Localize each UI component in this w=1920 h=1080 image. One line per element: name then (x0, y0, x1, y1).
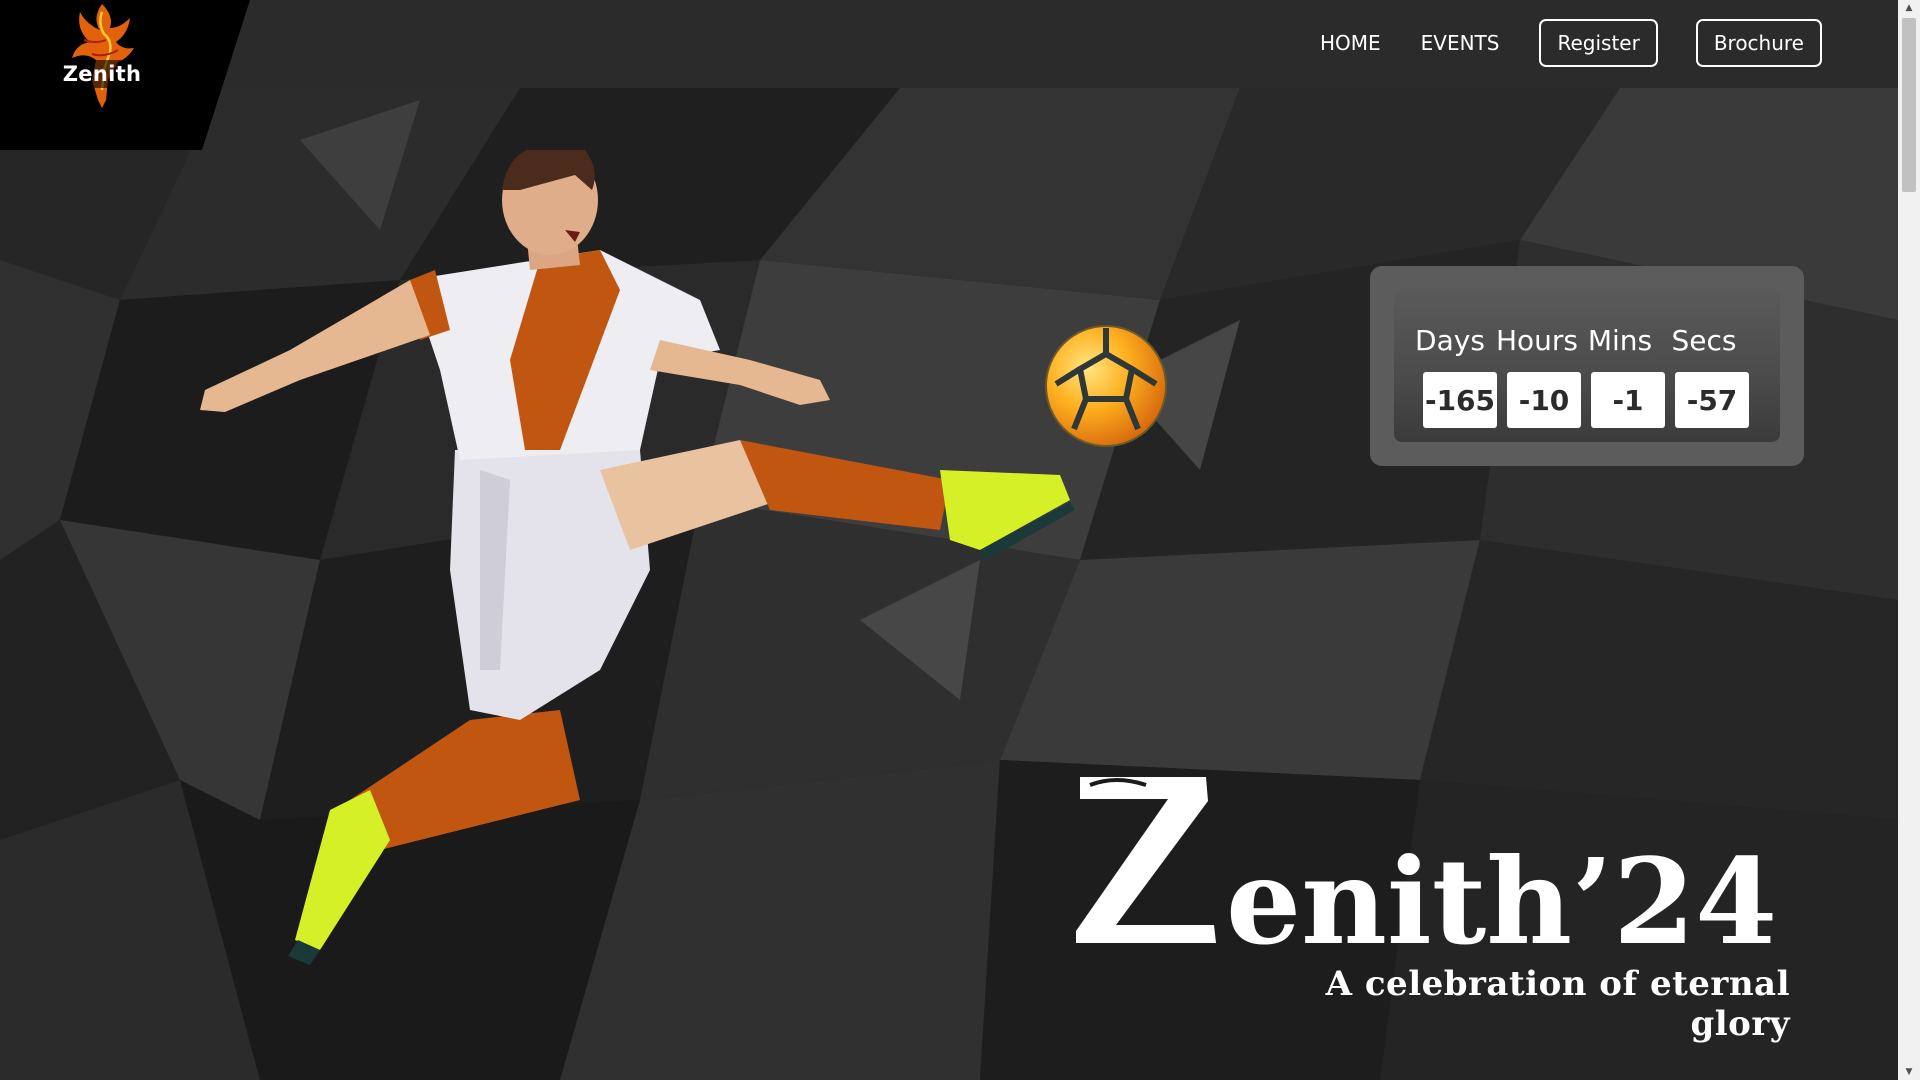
countdown-mins-label: Mins (1587, 324, 1653, 357)
phoenix-horse-icon (72, 4, 134, 108)
countdown-secs-value: -57 (1675, 372, 1749, 428)
countdown-panel: Days Hours Mins Secs -165 -10 -1 -57 (1394, 290, 1780, 442)
page-scrollbar[interactable]: ▲ ▼ (1898, 0, 1920, 1080)
logo-text: Zenith (52, 60, 152, 88)
hero-title: enith’24 (1076, 777, 1777, 965)
football-player-image (200, 150, 1075, 965)
hero-tagline: A celebration of eternal glory (1325, 964, 1790, 1044)
brochure-button[interactable]: Brochure (1695, 19, 1822, 67)
countdown-hours-label: Hours (1495, 324, 1579, 357)
hero-title-text: enith’24 (1226, 832, 1777, 965)
logo[interactable]: Zenith (0, 0, 250, 150)
countdown-timer: Days Hours Mins Secs -165 -10 -1 -57 (1370, 266, 1804, 466)
page: Zenith HOME EVENTS Register Brochure Day… (0, 0, 1920, 1080)
countdown-mins-value: -1 (1591, 372, 1665, 428)
countdown-days-value: -165 (1423, 372, 1497, 428)
register-button[interactable]: Register (1539, 19, 1658, 67)
scroll-down-icon[interactable]: ▼ (1898, 1064, 1920, 1080)
countdown-hours-value: -10 (1507, 372, 1581, 428)
scrollbar-thumb[interactable] (1902, 18, 1916, 192)
nav-events-link[interactable]: EVENTS (1421, 31, 1500, 55)
scroll-up-icon[interactable]: ▲ (1898, 0, 1920, 16)
countdown-secs-label: Secs (1671, 324, 1737, 357)
nav-home-link[interactable]: HOME (1320, 31, 1381, 55)
football-icon (1045, 325, 1167, 447)
countdown-days-label: Days (1415, 324, 1485, 357)
nav-menu: HOME EVENTS Register Brochure (1320, 19, 1822, 67)
